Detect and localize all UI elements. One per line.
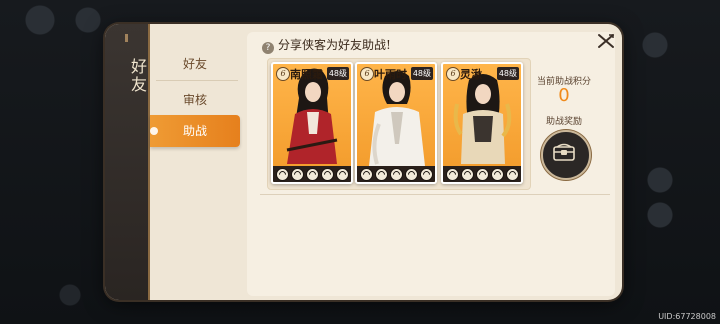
stamina-pip-icon (320, 167, 334, 181)
stamina-pip-icon (389, 167, 403, 181)
stamina-pip-icon (335, 167, 349, 181)
hero-card-1[interactable]: 6 南照霜 48级 (271, 62, 353, 184)
tab-assist[interactable]: 助战 (150, 115, 240, 147)
tab-friends[interactable]: 好友 (150, 48, 240, 80)
strip-ornament (125, 34, 128, 42)
hero-level: 48级 (496, 67, 519, 80)
stamina-pip-icon (419, 167, 433, 181)
hero-name: 灵湫 (460, 68, 482, 81)
close-icon[interactable] (597, 32, 615, 50)
points-value: 0 (558, 85, 570, 106)
divider-line (260, 194, 610, 195)
star-badge: 6 (446, 67, 460, 81)
stamina-pip-icon (404, 167, 418, 181)
stamina-pip-icon (275, 167, 289, 181)
hero-level: 48级 (326, 67, 349, 80)
reward-label: 助战奖励 (545, 117, 582, 127)
hero-card-3[interactable]: 6 灵湫 48级 (441, 62, 523, 184)
reward-button[interactable] (541, 130, 591, 180)
stamina-pip-icon (359, 167, 373, 181)
panel-title: 好友 (128, 58, 147, 94)
star-badge: 6 (276, 67, 290, 81)
stamina-bar (273, 166, 351, 182)
stamina-pip-icon (290, 167, 304, 181)
help-icon[interactable]: ? (262, 42, 274, 54)
share-header: ? 分享侠客为好友助战! (262, 36, 391, 54)
stamina-pip-icon (505, 167, 519, 181)
hero-portrait (453, 74, 512, 164)
stamina-pip-icon (490, 167, 504, 181)
stamina-bar (443, 166, 521, 182)
uid-text: UID:67728008 (658, 312, 716, 321)
active-tab-marker (150, 127, 158, 135)
hero-card-2[interactable]: 6 叶雨时 48级 (355, 62, 437, 184)
chest-icon (553, 143, 575, 161)
title-strip: 好友 (105, 24, 150, 300)
hero-level: 48级 (410, 67, 433, 80)
hero-name: 南照霜 (290, 68, 323, 81)
stamina-pip-icon (305, 167, 319, 181)
stamina-pip-icon (445, 167, 459, 181)
stamina-pip-icon (460, 167, 474, 181)
stamina-pip-icon (374, 167, 388, 181)
tab-review[interactable]: 审核 (150, 84, 240, 116)
share-text: 分享侠客为好友助战! (278, 38, 391, 52)
stamina-bar (357, 166, 435, 182)
star-badge: 6 (360, 67, 374, 81)
hero-name: 叶雨时 (374, 68, 407, 81)
tab-list: 好友 审核 助战 (150, 24, 247, 300)
tab-divider (156, 80, 238, 81)
stamina-pip-icon (475, 167, 489, 181)
